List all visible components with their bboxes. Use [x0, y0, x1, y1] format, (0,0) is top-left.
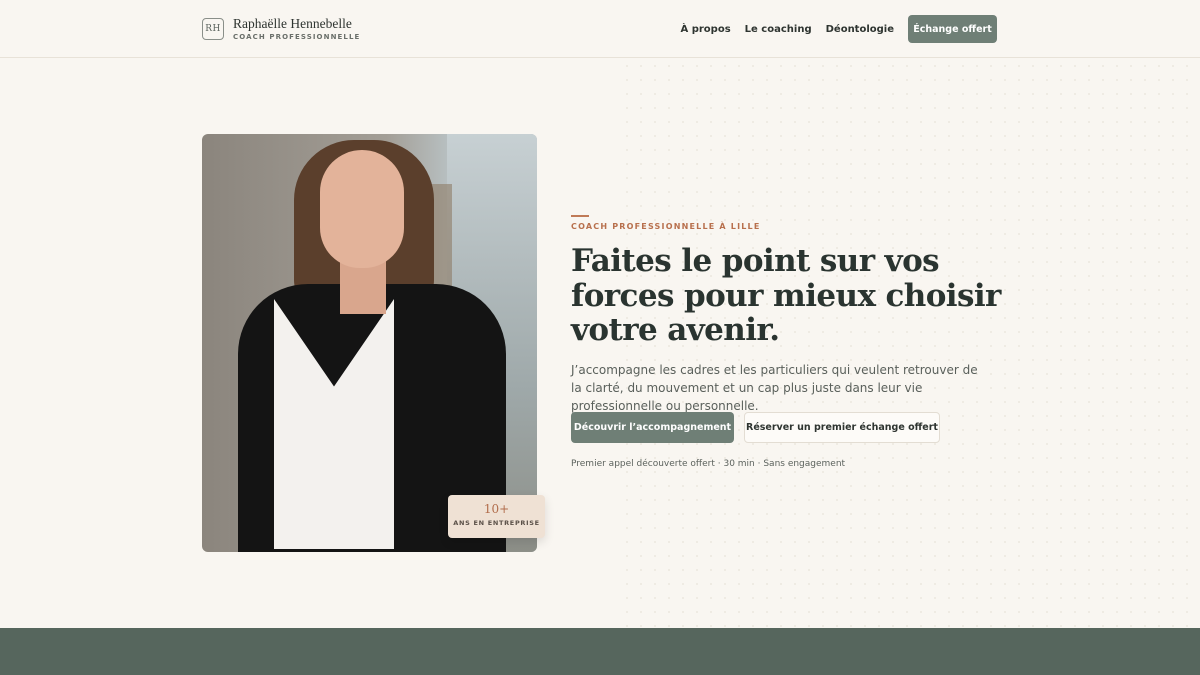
nav-link-coaching[interactable]: Le coaching — [745, 24, 812, 35]
next-section-band — [0, 628, 1200, 675]
coach-portrait-photo — [202, 134, 537, 552]
brand-logo[interactable]: RH Raphaëlle Hennebelle COACH PROFESSION… — [202, 17, 360, 41]
main-nav: À propos Le coaching Déontologie Échange… — [681, 15, 997, 43]
hero-lead: J’accompagne les cadres et les particuli… — [571, 363, 978, 413]
hero-headline: Faites le point sur vos forces pour mieu… — [571, 243, 1001, 348]
experience-number: 10+ — [483, 502, 510, 516]
hero-eyebrow: COACH PROFESSIONNELLE À LILLE — [571, 222, 761, 231]
eyebrow-accent-line — [571, 215, 589, 217]
brand-name: Raphaëlle Hennebelle — [233, 16, 352, 31]
experience-label: ANS EN ENTREPRISE — [453, 519, 540, 527]
monogram-logo: RH — [202, 18, 224, 40]
experience-badge: 10+ ANS EN ENTREPRISE — [448, 495, 545, 538]
header-cta-button[interactable]: Échange offert — [908, 15, 997, 43]
discover-coaching-button[interactable]: Découvrir l’accompagnement — [571, 412, 734, 443]
hero-note: Premier appel découverte offert · 30 min… — [571, 459, 846, 469]
book-free-call-button[interactable]: Réserver un premier échange offert — [744, 412, 940, 443]
nav-link-deontologie[interactable]: Déontologie — [826, 24, 894, 35]
nav-link-a-propos[interactable]: À propos — [681, 24, 731, 35]
brand-subtitle: COACH PROFESSIONNELLE — [233, 33, 361, 41]
brand-text: Raphaëlle Hennebelle COACH PROFESSIONNEL… — [233, 16, 361, 42]
site-header: RH Raphaëlle Hennebelle COACH PROFESSION… — [0, 0, 1200, 58]
